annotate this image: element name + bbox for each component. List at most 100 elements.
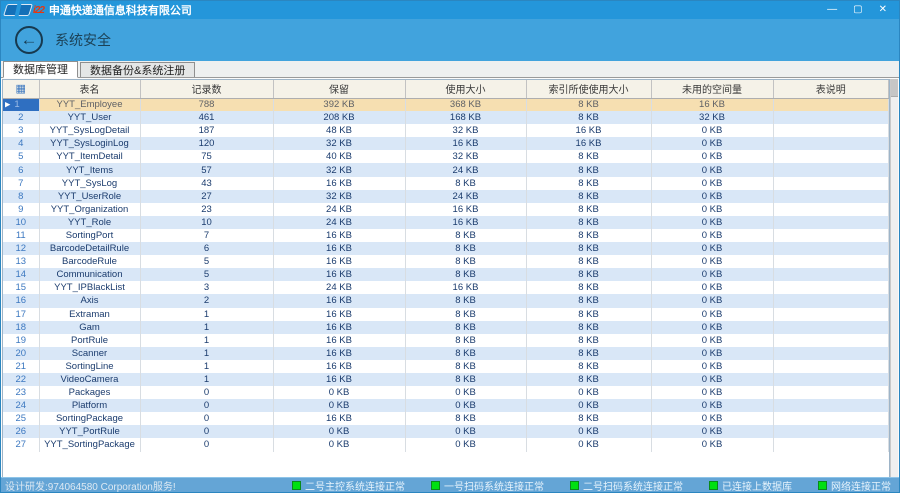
cell[interactable]: 32 KB — [651, 111, 774, 125]
table-row[interactable]: 20 Scanner 1 16 KB 8 KB 8 KB 0 KB — [3, 346, 889, 360]
cell[interactable]: 16 KB — [273, 255, 406, 269]
cell[interactable]: 0 KB — [526, 425, 652, 439]
cell[interactable] — [773, 202, 889, 216]
row-number-cell[interactable]: 20 — [3, 346, 40, 360]
row-number-cell[interactable]: 14 — [3, 268, 40, 282]
row-number-cell[interactable]: 11 — [3, 228, 40, 243]
row-number-cell[interactable]: 6 — [3, 163, 40, 177]
cell[interactable]: 8 KB — [526, 281, 652, 295]
table-row[interactable]: 5 YYT_ItemDetail 75 40 KB 32 KB 8 KB 0 KB — [3, 150, 889, 164]
cell[interactable]: 0 KB — [651, 281, 774, 295]
cell[interactable]: 120 — [140, 137, 274, 151]
cell[interactable]: 0 KB — [405, 386, 527, 400]
cell[interactable]: 8 KB — [526, 111, 652, 125]
table-row[interactable]: 7 YYT_SysLog 43 16 KB 8 KB 8 KB 0 KB — [3, 176, 889, 190]
table-row[interactable]: 14 Communication 5 16 KB 8 KB 8 KB 0 KB — [3, 268, 889, 282]
cell[interactable] — [773, 255, 889, 269]
cell[interactable] — [773, 281, 889, 295]
cell[interactable]: BarcodeDetailRule — [39, 242, 141, 256]
table-row[interactable]: 9 YYT_Organization 23 24 KB 16 KB 8 KB 0 KB — [3, 202, 889, 216]
cell[interactable]: 16 KB — [526, 137, 652, 151]
cell[interactable]: 0 KB — [651, 137, 774, 151]
row-number-cell[interactable]: 13 — [3, 255, 40, 269]
vertical-scrollbar[interactable] — [890, 79, 898, 477]
cell[interactable] — [773, 372, 889, 387]
cell[interactable]: 16 KB — [273, 294, 406, 308]
cell[interactable]: YYT_SortingPackage — [39, 438, 141, 452]
column-header-table-description[interactable]: 表说明 — [773, 80, 889, 99]
cell[interactable]: 16 KB — [405, 202, 527, 216]
cell[interactable]: 0 KB — [405, 425, 527, 439]
cell[interactable]: 0 KB — [526, 386, 652, 400]
table-row[interactable]: 13 BarcodeRule 5 16 KB 8 KB 8 KB 0 KB — [3, 255, 889, 269]
table-row[interactable]: 18 Gam 1 16 KB 8 KB 8 KB 0 KB — [3, 320, 889, 334]
cell[interactable]: 32 KB — [273, 137, 406, 151]
row-number-cell[interactable]: 21 — [3, 359, 40, 373]
row-number-cell[interactable]: 15 — [3, 281, 40, 295]
cell[interactable]: SortingPackage — [39, 412, 141, 426]
cell[interactable]: Axis — [39, 294, 141, 308]
cell[interactable]: 7 — [140, 228, 274, 243]
cell[interactable]: YYT_Organization — [39, 202, 141, 216]
cell[interactable]: 0 — [140, 412, 274, 426]
cell[interactable] — [773, 346, 889, 360]
cell[interactable]: 0 KB — [651, 242, 774, 256]
cell[interactable]: Scanner — [39, 346, 141, 360]
cell[interactable]: 32 KB — [405, 124, 527, 138]
tab-database-management[interactable]: 数据库管理 — [3, 61, 78, 78]
column-header-used-size[interactable]: 使用大小 — [405, 80, 527, 99]
cell[interactable] — [773, 111, 889, 125]
cell[interactable]: 3 — [140, 281, 274, 295]
cell[interactable]: 0 KB — [651, 176, 774, 190]
cell[interactable]: 8 KB — [405, 333, 527, 347]
table-row[interactable]: 19 PortRule 1 16 KB 8 KB 8 KB 0 KB — [3, 333, 889, 347]
table-row[interactable]: 10 YYT_Role 10 24 KB 16 KB 8 KB 0 KB — [3, 215, 889, 229]
cell[interactable]: 0 KB — [526, 399, 652, 413]
cell[interactable]: 0 KB — [405, 438, 527, 452]
cell[interactable]: 168 KB — [405, 111, 527, 125]
cell[interactable]: YYT_SysLog — [39, 176, 141, 190]
cell[interactable] — [773, 333, 889, 347]
cell[interactable]: 0 KB — [405, 399, 527, 413]
cell[interactable]: 8 KB — [526, 242, 652, 256]
cell[interactable]: Gam — [39, 320, 141, 334]
cell[interactable] — [773, 124, 889, 138]
cell[interactable]: Extraman — [39, 307, 141, 321]
column-header-reserved[interactable]: 保留 — [273, 80, 406, 99]
cell[interactable]: 16 KB — [273, 176, 406, 190]
cell[interactable]: 8 KB — [526, 320, 652, 334]
table-row[interactable]: 17 Extraman 1 16 KB 8 KB 8 KB 0 KB — [3, 307, 889, 321]
cell[interactable]: 16 KB — [405, 215, 527, 229]
cell[interactable]: 0 KB — [651, 346, 774, 360]
cell[interactable]: YYT_SysLoginLog — [39, 137, 141, 151]
cell[interactable]: 40 KB — [273, 150, 406, 164]
cell[interactable] — [773, 386, 889, 400]
row-number-cell[interactable]: 3 — [3, 124, 40, 138]
cell[interactable]: 16 KB — [273, 242, 406, 256]
cell[interactable]: 16 KB — [273, 333, 406, 347]
table-row[interactable]: 22 VideoCamera 1 16 KB 8 KB 8 KB 0 KB — [3, 372, 889, 387]
column-header-table-name[interactable]: 表名 — [39, 80, 141, 99]
table-row[interactable]: 8 YYT_UserRole 27 32 KB 24 KB 8 KB 0 KB — [3, 189, 889, 203]
cell[interactable]: 1 — [140, 307, 274, 321]
cell[interactable]: 0 KB — [526, 438, 652, 452]
cell[interactable]: 0 KB — [651, 359, 774, 373]
cell[interactable]: Packages — [39, 386, 141, 400]
cell[interactable]: 6 — [140, 242, 274, 256]
cell[interactable]: 0 KB — [651, 438, 774, 452]
cell[interactable]: 16 KB — [405, 281, 527, 295]
cell[interactable]: 0 KB — [651, 215, 774, 229]
cell[interactable]: 32 KB — [405, 150, 527, 164]
cell[interactable]: 8 KB — [526, 372, 652, 387]
row-number-cell[interactable]: 5 — [3, 150, 40, 164]
header-select-all[interactable]: ▦ — [3, 80, 40, 99]
cell[interactable]: 0 — [140, 399, 274, 413]
table-row[interactable]: 23 Packages 0 0 KB 0 KB 0 KB 0 KB — [3, 386, 889, 400]
cell[interactable]: 0 KB — [651, 294, 774, 308]
cell[interactable]: 1 — [140, 320, 274, 334]
cell[interactable]: 8 KB — [526, 98, 652, 112]
cell[interactable]: 8 KB — [405, 176, 527, 190]
cell[interactable]: 0 KB — [651, 228, 774, 243]
row-number-cell[interactable]: 19 — [3, 333, 40, 347]
cell[interactable]: 0 KB — [651, 150, 774, 164]
